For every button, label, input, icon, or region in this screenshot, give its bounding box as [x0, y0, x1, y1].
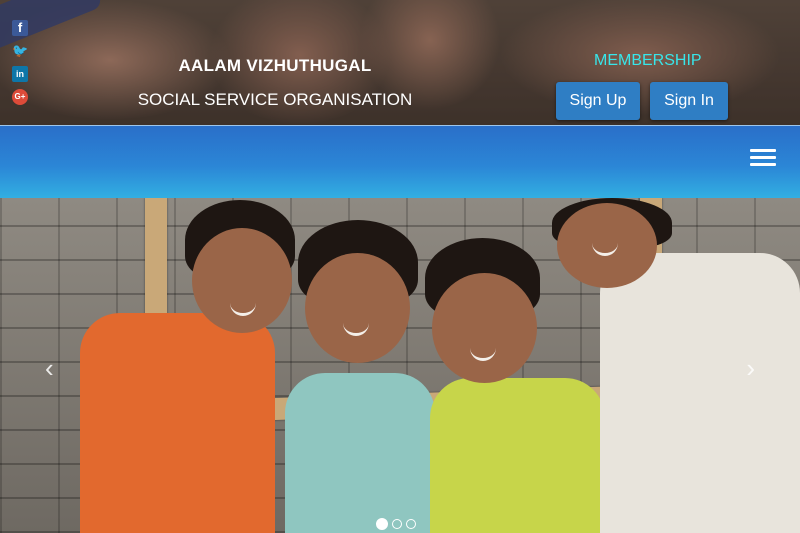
carousel-indicator-1[interactable]: [376, 518, 388, 530]
child-2-face: [305, 253, 410, 363]
organization-name: AALAM VIZHUTHUGAL: [178, 56, 372, 75]
organization-subtitle: SOCIAL SERVICE ORGANISATION: [137, 90, 413, 109]
child-1-face: [192, 228, 292, 333]
carousel-prev-arrow-icon[interactable]: ‹: [45, 353, 54, 384]
carousel-indicator-2[interactable]: [392, 519, 402, 529]
twitter-icon[interactable]: 🐦: [12, 43, 28, 59]
sign-in-button[interactable]: Sign In: [650, 82, 728, 120]
sign-up-button[interactable]: Sign Up: [556, 82, 640, 120]
child-3-face: [432, 273, 537, 383]
child-1: [80, 313, 275, 533]
linkedin-icon[interactable]: in: [12, 66, 28, 82]
navigation-bar: [0, 125, 800, 199]
carousel-indicator-3[interactable]: [406, 519, 416, 529]
child-3: [430, 378, 605, 533]
child-4: [600, 253, 800, 533]
hamburger-menu-icon[interactable]: [750, 149, 776, 167]
child-2: [285, 373, 435, 533]
hero-carousel: ‹ ›: [0, 198, 800, 533]
google-plus-icon[interactable]: G+: [12, 89, 28, 105]
carousel-next-arrow-icon[interactable]: ›: [746, 353, 755, 384]
membership-link[interactable]: MEMBERSHIP: [594, 52, 702, 70]
facebook-icon[interactable]: f: [12, 20, 28, 36]
header-banner: f 🐦 in G+ AALAM VIZHUTHUGAL SOCIAL SERVI…: [0, 0, 800, 125]
carousel-indicators: [376, 518, 416, 530]
social-links: f 🐦 in G+: [12, 20, 28, 105]
